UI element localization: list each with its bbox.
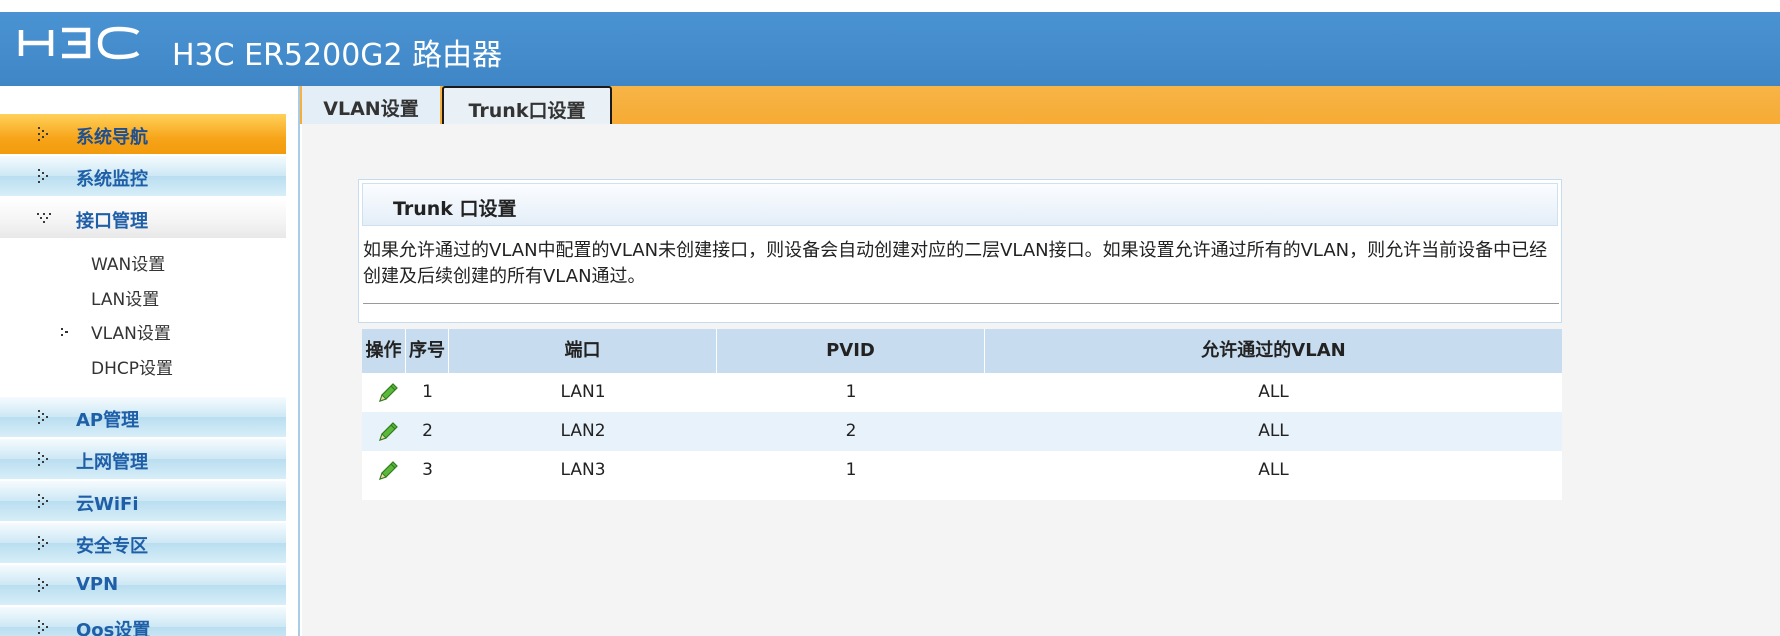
collapsed-arrow-icon [36,168,52,184]
sidebar-menu-item[interactable]: 系统导航 [0,114,286,154]
tab-label: Trunk口设置 [468,100,586,122]
expanded-arrow-icon [36,210,52,226]
menu-item-label: 安全专区 [76,536,148,557]
subitem-label: LAN设置 [91,290,160,310]
cell-allowed-vlan: ALL [1258,460,1289,480]
cell-pvid: 2 [845,421,857,441]
cell-allowed-vlan: ALL [1258,421,1289,441]
collapsed-arrow-icon [36,577,52,593]
collapsed-arrow-icon [36,619,52,635]
menu-item-label: 系统导航 [76,127,148,148]
cell-pvid: 1 [845,382,857,402]
tab-trunk-settings[interactable]: Trunk口设置 [442,86,612,127]
sidebar-menu-item[interactable]: 接口管理 [0,198,286,238]
menu-item-label: AP管理 [76,410,140,431]
cell-allowed-vlan: ALL [1258,382,1289,402]
sidebar-menu-item[interactable]: 系统监控 [0,156,286,196]
collapsed-arrow-icon [36,126,52,142]
cell-pvid: 1 [845,460,857,480]
menu-item-label: 云WiFi [76,494,139,515]
column-header-pvid: PVID [717,329,985,373]
h3c-logo [18,26,140,60]
sidebar-subitem[interactable]: VLAN设置 [0,313,286,345]
table-row: 1 LAN1 1 ALL [362,373,1562,412]
table-footer-spacer [362,490,1562,500]
edit-pencil-icon[interactable] [376,420,400,444]
sidebar: 系统导航系统监控接口管理 AP管理上网管理云WiFi 安全专区 VPN Qos设置 WAN… [0,86,300,636]
sidebar-menu-item[interactable]: 云WiFi [0,481,286,521]
tab-label: VLAN设置 [323,98,419,120]
subitem-label: WAN设置 [91,255,166,275]
collapsed-arrow-icon [36,493,52,509]
divider [363,303,1559,304]
sidebar-subitem[interactable]: WAN设置 [0,244,286,276]
menu-item-label: VPN [76,574,119,595]
main-content: Trunk 口设置 如果允许通过的VLAN中配置的VLAN未创建接口，则设备会自… [302,124,1780,636]
cell-port: LAN1 [560,382,606,402]
cell-port: LAN2 [560,421,606,441]
panel-header: Trunk 口设置 [362,183,1558,226]
menu-item-label: 接口管理 [76,211,148,232]
table-row: 2 LAN2 2 ALL [362,412,1562,451]
sidebar-menu-item[interactable]: 安全专区 [0,523,286,563]
trunk-info-panel: Trunk 口设置 如果允许通过的VLAN中配置的VLAN未创建接口，则设备会自… [358,179,1562,323]
collapsed-arrow-icon [36,535,52,551]
collapsed-arrow-icon [36,409,52,425]
sidebar-menu-item[interactable]: 上网管理 [0,439,286,479]
sidebar-subitem[interactable]: LAN设置 [0,279,286,311]
table-row: 3 LAN3 1 ALL [362,451,1562,490]
sidebar-menu-item[interactable]: VPN [0,565,286,605]
edit-pencil-icon[interactable] [376,459,400,483]
menu-item-label: 上网管理 [76,452,148,473]
cell-index: 3 [422,460,433,480]
subitem-label: VLAN设置 [91,324,171,344]
menu-item-label: 系统监控 [76,169,148,190]
app-title: H3C ER5200G2 路由器 [172,38,503,73]
cell-index: 2 [422,421,433,441]
subitem-label: DHCP设置 [91,359,173,379]
edit-pencil-icon[interactable] [376,381,400,405]
sidebar-menu-item[interactable]: AP管理 [0,397,286,437]
panel-description: 如果允许通过的VLAN中配置的VLAN未创建接口，则设备会自动创建对应的二层VL… [363,240,1548,287]
selected-marker-icon [60,323,72,336]
tab-bar: VLAN设置 Trunk口设置 [300,86,1780,127]
table-header: 操作 序号 端口 PVID 允许通过的VLAN [362,329,1562,373]
tab-vlan-settings[interactable]: VLAN设置 [302,86,440,124]
collapsed-arrow-icon [36,451,52,467]
cell-index: 1 [422,382,433,402]
column-header-port: 端口 [449,329,717,373]
column-header-allowed-vlan: 允许通过的VLAN [1201,340,1346,361]
app-header: H3C ER5200G2 路由器 [0,12,1780,86]
menu-item-label: Qos设置 [76,620,151,636]
column-header-action: 操作 [362,329,406,373]
cell-port: LAN3 [560,460,606,480]
column-header-index: 序号 [406,329,449,373]
panel-title: Trunk 口设置 [393,198,517,220]
sidebar-menu-item[interactable]: Qos设置 [0,607,286,636]
sidebar-subitem[interactable]: DHCP设置 [0,348,286,380]
